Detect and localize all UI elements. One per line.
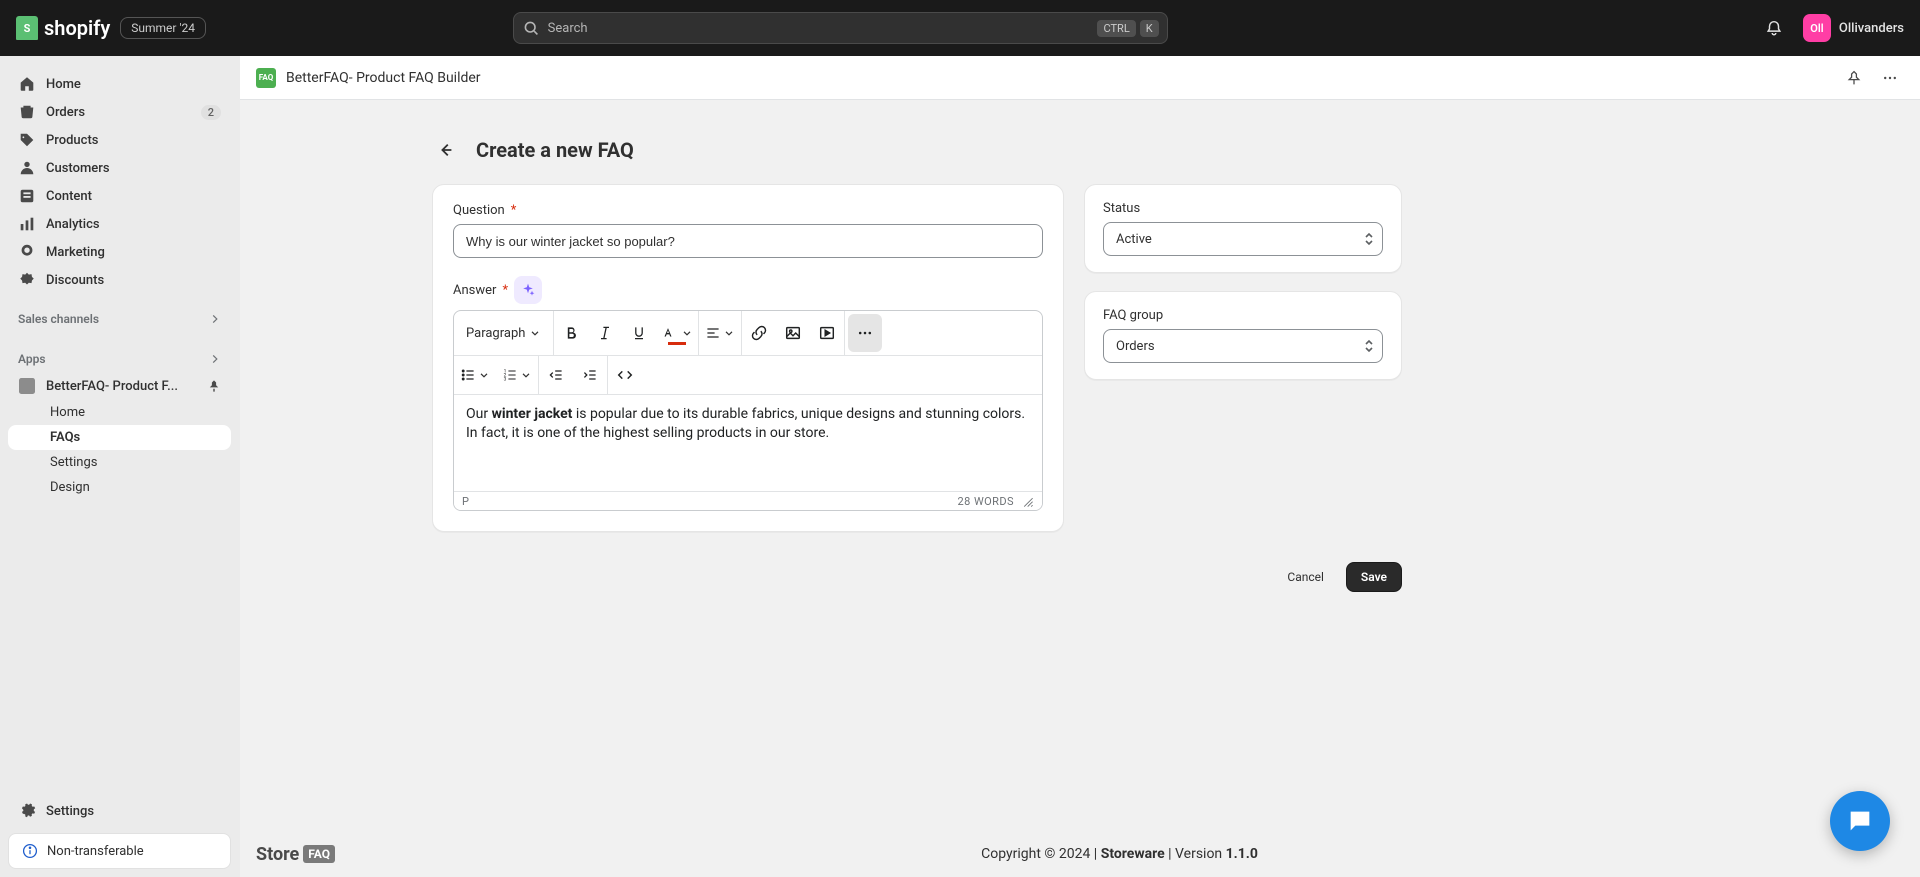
sidebar-item-analytics[interactable]: Analytics	[8, 210, 231, 238]
image-button[interactable]	[776, 314, 810, 352]
user-menu[interactable]: Oll Ollivanders	[1803, 14, 1904, 42]
video-button[interactable]	[810, 314, 844, 352]
chevron-right-icon	[209, 353, 221, 365]
svg-text:3: 3	[504, 377, 507, 383]
more-tools-button[interactable]	[848, 314, 882, 352]
sidebar-item-content[interactable]: Content	[8, 182, 231, 210]
section-apps[interactable]: Apps	[8, 346, 231, 372]
sidebar-sub-home[interactable]: Home	[8, 400, 231, 425]
bold-button[interactable]	[554, 314, 588, 352]
user-name: Ollivanders	[1839, 21, 1904, 36]
sidebar-sub-settings[interactable]: Settings	[8, 450, 231, 475]
app-header-title: BetterFAQ- Product FAQ Builder	[286, 70, 481, 86]
storefaq-logo: Store FAQ	[256, 844, 335, 865]
content-icon	[18, 187, 36, 205]
sidebar-item-orders[interactable]: Orders 2	[8, 98, 231, 126]
sidebar-item-discounts[interactable]: Discounts	[8, 266, 231, 294]
sidebar-app-betterfaq[interactable]: BetterFAQ- Product F...	[8, 372, 231, 400]
orders-icon	[18, 103, 36, 121]
indent-button[interactable]	[573, 356, 607, 394]
answer-editor[interactable]: Our winter jacket is popular due to its …	[454, 395, 1042, 491]
search-icon	[522, 19, 540, 37]
search-kbd: CTRL K	[1097, 20, 1158, 37]
search-placeholder: Search	[548, 21, 588, 36]
rich-text-editor: Paragraph	[453, 310, 1043, 511]
underline-button[interactable]	[622, 314, 656, 352]
cancel-button[interactable]: Cancel	[1273, 562, 1338, 592]
align-button[interactable]	[699, 314, 741, 352]
numbered-list-button[interactable]: 123	[496, 356, 538, 394]
app-logo-icon: FAQ	[256, 68, 276, 88]
products-icon	[18, 131, 36, 149]
faq-group-select[interactable]: Orders	[1103, 329, 1383, 363]
status-label: Status	[1103, 201, 1383, 216]
main: FAQ BetterFAQ- Product FAQ Builder Creat…	[240, 56, 1920, 877]
top-bar: S shopify Summer '24 Search CTRL K	[0, 0, 1920, 56]
faq-group-label: FAQ group	[1103, 308, 1383, 323]
shopify-bag-icon: S	[16, 16, 38, 40]
text-color-button[interactable]	[656, 314, 698, 352]
avatar: Oll	[1803, 14, 1831, 42]
link-button[interactable]	[742, 314, 776, 352]
answer-label: Answer*	[453, 276, 1043, 304]
gear-icon	[18, 802, 36, 820]
status-select[interactable]: Active	[1103, 222, 1383, 256]
editor-status-bar: P 28 WORDS	[454, 491, 1042, 510]
search-input[interactable]: Search CTRL K	[513, 12, 1168, 44]
pin-icon[interactable]	[207, 379, 221, 393]
bell-icon[interactable]	[1765, 19, 1783, 37]
brand-block: S shopify Summer '24	[16, 16, 206, 40]
word-count: 28 WORDS	[958, 495, 1014, 508]
chat-fab[interactable]	[1830, 791, 1890, 851]
page-title: Create a new FAQ	[476, 138, 634, 162]
bullet-list-button[interactable]	[454, 356, 496, 394]
app-icon	[18, 377, 36, 395]
select-arrows-icon	[1364, 232, 1374, 246]
discounts-icon	[18, 271, 36, 289]
sidebar-sub-design[interactable]: Design	[8, 475, 231, 500]
edition-badge[interactable]: Summer '24	[120, 17, 206, 39]
non-transferable-badge[interactable]: Non-transferable	[8, 833, 231, 869]
analytics-icon	[18, 215, 36, 233]
copyright: Copyright © 2024 | Storeware | Version 1…	[981, 846, 1258, 862]
path-indicator: P	[462, 495, 469, 508]
customers-icon	[18, 159, 36, 177]
shopify-logo[interactable]: S shopify	[16, 16, 110, 40]
question-input[interactable]	[453, 224, 1043, 258]
faq-form-card: Question* Answer*	[432, 184, 1064, 532]
ai-suggest-button[interactable]	[514, 276, 542, 304]
orders-badge: 2	[201, 105, 221, 120]
sidebar-item-marketing[interactable]: Marketing	[8, 238, 231, 266]
outdent-button[interactable]	[539, 356, 573, 394]
question-label: Question*	[453, 203, 1043, 218]
info-icon	[21, 842, 39, 860]
marketing-icon	[18, 243, 36, 261]
resize-handle-icon[interactable]	[1020, 494, 1034, 508]
app-header: FAQ BetterFAQ- Product FAQ Builder	[240, 56, 1920, 100]
pin-button[interactable]	[1840, 64, 1868, 92]
sidebar-item-home[interactable]: Home	[8, 70, 231, 98]
footer: Store FAQ Copyright © 2024 | Storeware |…	[240, 831, 1920, 877]
status-card: Status Active	[1084, 184, 1402, 273]
brand-name: shopify	[44, 16, 110, 40]
italic-button[interactable]	[588, 314, 622, 352]
code-view-button[interactable]	[608, 356, 642, 394]
more-button[interactable]	[1876, 64, 1904, 92]
save-button[interactable]: Save	[1346, 562, 1402, 592]
paragraph-select[interactable]: Paragraph	[454, 314, 553, 352]
section-sales-channels[interactable]: Sales channels	[8, 306, 231, 332]
sidebar-item-settings[interactable]: Settings	[8, 797, 231, 825]
select-arrows-icon	[1364, 339, 1374, 353]
back-button[interactable]	[432, 136, 460, 164]
sidebar-sub-faqs[interactable]: FAQs	[8, 425, 231, 450]
sidebar-item-customers[interactable]: Customers	[8, 154, 231, 182]
faq-group-card: FAQ group Orders	[1084, 291, 1402, 380]
sidebar: Home Orders 2 Products Customers Content	[0, 56, 240, 877]
home-icon	[18, 75, 36, 93]
chevron-right-icon	[209, 313, 221, 325]
sidebar-item-products[interactable]: Products	[8, 126, 231, 154]
